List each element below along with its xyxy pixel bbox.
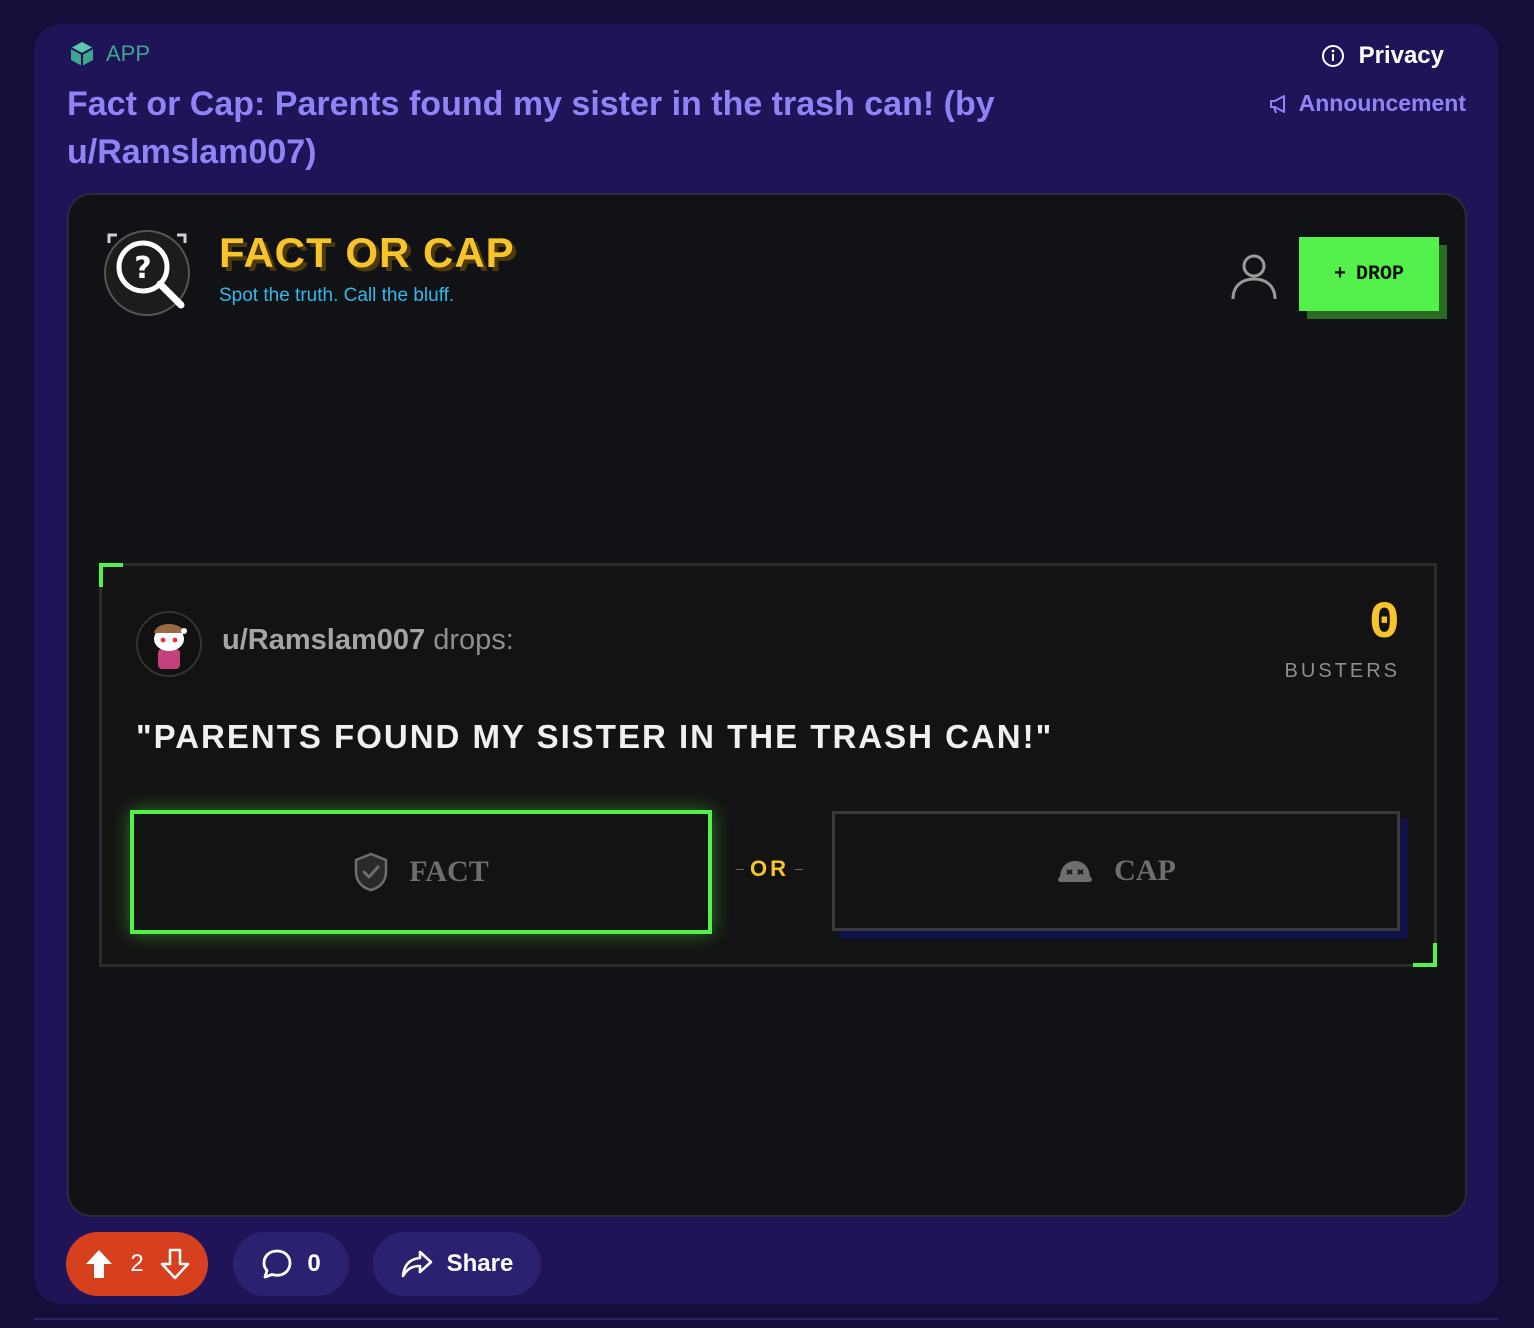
or-label: OR	[750, 856, 789, 881]
svg-text:?: ?	[134, 251, 151, 286]
drop-label: DROP	[1356, 262, 1405, 286]
fact-label: FACT	[409, 855, 489, 888]
post-card: APP Privacy Announcement Fact or Cap: Pa…	[34, 24, 1498, 1304]
snoo-avatar-icon	[154, 624, 187, 669]
app-cube-icon	[70, 42, 94, 66]
claim-card: u/Ramslam007 drops: 0 BUSTERS "PARENTS F…	[99, 563, 1437, 967]
comment-count: 0	[307, 1250, 321, 1277]
post-title[interactable]: Fact or Cap: Parents found my sister in …	[67, 80, 1057, 176]
comment-icon	[262, 1249, 292, 1279]
vote-count: 2	[130, 1250, 144, 1277]
cap-button[interactable]: CAP	[832, 811, 1400, 931]
announcement-link[interactable]: Announcement	[1267, 90, 1466, 117]
plus-icon: +	[1333, 262, 1346, 286]
claim-statement: "PARENTS FOUND MY SISTER IN THE TRASH CA…	[136, 718, 1054, 755]
privacy-label: Privacy	[1358, 42, 1444, 69]
drop-button[interactable]: + DROP	[1299, 237, 1439, 311]
upvote-icon[interactable]	[84, 1248, 114, 1280]
busters-label: BUSTERS	[1284, 660, 1400, 682]
card-corner-bottom-right	[1413, 943, 1437, 967]
app-embed: ? FACT OR CAP Spot the truth. Call the b…	[67, 193, 1467, 1217]
share-button[interactable]: Share	[373, 1232, 541, 1296]
vote-bar: 2	[66, 1232, 208, 1296]
megaphone-icon	[1269, 94, 1285, 113]
or-line-right	[795, 868, 803, 870]
app-brand-title: FACT OR CAP	[219, 229, 515, 276]
share-label: Share	[446, 1250, 514, 1277]
info-icon	[1321, 45, 1344, 67]
card-corner-top-left	[99, 563, 123, 587]
drops-label: drops:	[433, 624, 514, 656]
privacy-link[interactable]: Privacy	[1321, 42, 1444, 70]
cap-label: CAP	[1114, 854, 1176, 887]
feed-divider	[34, 1318, 1498, 1320]
avatar[interactable]	[136, 611, 202, 677]
app-brand-subtitle: Spot the truth. Call the bluff.	[219, 285, 455, 306]
app-label: APP	[106, 41, 151, 66]
busters-count: 0	[1368, 594, 1400, 653]
fact-button[interactable]: FACT	[130, 810, 712, 934]
cap-icon	[1058, 861, 1093, 882]
author-username[interactable]: u/Ramslam007	[222, 624, 425, 656]
or-line-left	[736, 868, 744, 870]
magnifier-question-icon: ?	[104, 230, 190, 316]
user-icon[interactable]	[1227, 249, 1281, 303]
author-line: u/Ramslam007 drops:	[222, 624, 514, 657]
share-icon	[401, 1250, 432, 1278]
app-tag: APP	[68, 40, 150, 68]
or-separator: OR	[736, 856, 803, 882]
shield-check-icon	[355, 852, 388, 892]
announcement-label: Announcement	[1298, 90, 1466, 116]
downvote-icon[interactable]	[160, 1248, 190, 1280]
comments-button[interactable]: 0	[233, 1232, 349, 1296]
